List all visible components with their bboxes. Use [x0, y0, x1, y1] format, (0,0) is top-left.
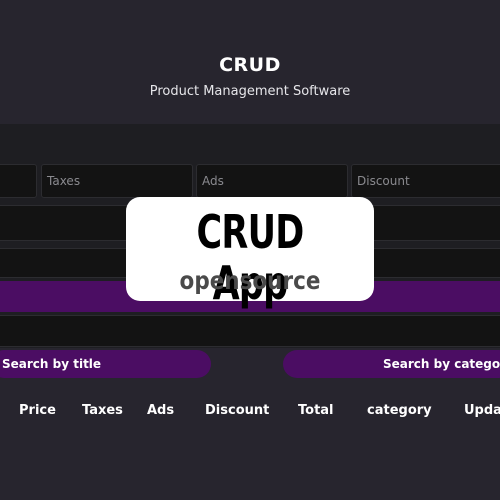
page-header: CRUD Product Management Software [0, 54, 500, 99]
column-header-total: Total [298, 403, 334, 418]
column-header-update: Update [464, 403, 500, 418]
ads-input[interactable]: Ads [196, 164, 348, 198]
search-by-title-button[interactable]: Search by title [0, 350, 211, 378]
page-subtitle: Product Management Software [149, 84, 351, 99]
crud-app-banner: CRUD App opensource [126, 197, 374, 308]
column-header-discount: Discount [205, 403, 270, 418]
column-header-taxes: Taxes [82, 403, 123, 418]
column-header-category: category [367, 403, 432, 418]
search-input[interactable] [0, 315, 500, 347]
banner-subtitle: opensource [179, 266, 321, 295]
page-title: CRUD [219, 54, 281, 76]
taxes-input[interactable]: Taxes [41, 164, 193, 198]
price-input[interactable] [0, 164, 37, 198]
discount-input[interactable]: Discount [351, 164, 500, 198]
column-header-ads: Ads [147, 403, 175, 418]
column-header-price: Price [19, 403, 56, 418]
search-by-category-button[interactable]: Search by category [283, 350, 500, 378]
